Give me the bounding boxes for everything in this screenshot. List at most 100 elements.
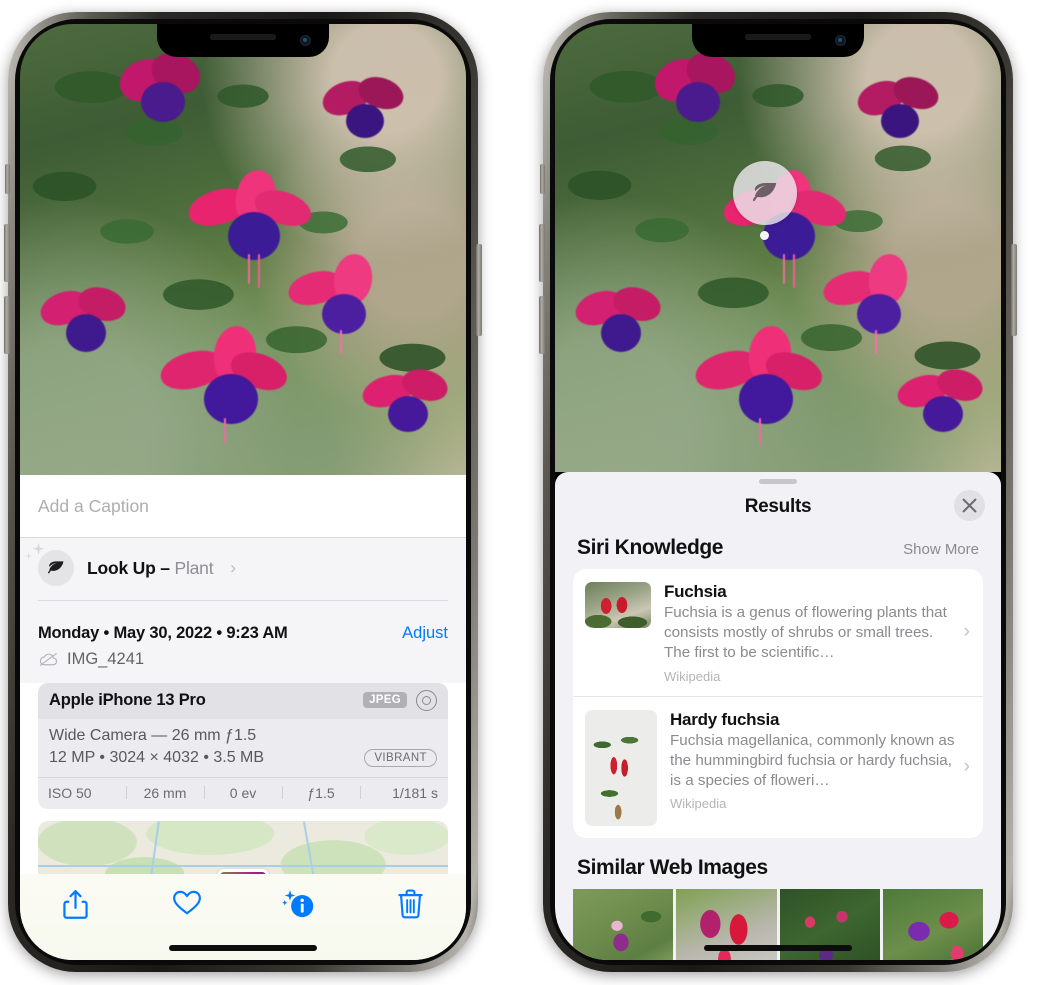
stat-ev: 0 ev [204, 785, 282, 801]
power-button[interactable] [1011, 244, 1017, 336]
home-indicator[interactable] [169, 945, 317, 951]
fuchsia-bloom [893, 360, 991, 444]
look-up-text: Look Up – [87, 557, 170, 578]
phone-screen-right: Results Siri Knowledge Show More Fuchsia… [555, 24, 1001, 960]
power-button[interactable] [476, 244, 482, 336]
style-badge: VIBRANT [364, 748, 437, 767]
notch [692, 24, 864, 57]
favorite-button[interactable] [132, 889, 244, 916]
chevron-right-icon: › [230, 558, 237, 577]
front-camera [300, 35, 311, 46]
visual-look-up-dot [760, 231, 769, 240]
fuchsia-bloom [113, 45, 211, 132]
earpiece-speaker [210, 34, 276, 40]
screenshot-stage: Add a Caption Look Up – Plant › Monday •… [0, 0, 1055, 985]
divider [38, 600, 448, 601]
iphone-left-photos-info: Add a Caption Look Up – Plant › Monday •… [4, 12, 482, 972]
earpiece-speaker [745, 34, 811, 40]
show-more-button[interactable]: Show More [903, 541, 979, 558]
file-name: IMG_4241 [67, 649, 145, 668]
card-thumbnail [585, 709, 657, 826]
leaf-icon [752, 183, 777, 202]
fuchsia-bloom [819, 250, 929, 354]
chevron-right-icon: › [963, 621, 970, 643]
results-title: Results [744, 496, 812, 517]
icloud-slash-icon [39, 652, 58, 666]
volume-down-button[interactable] [4, 296, 10, 354]
fuchsia-bloom [156, 323, 293, 444]
close-icon [962, 498, 977, 513]
delete-button[interactable] [355, 889, 467, 919]
exif-header: Apple iPhone 13 Pro JPEG [38, 682, 448, 719]
card-description: Fuchsia is a genus of flowering plants t… [664, 604, 947, 661]
photo-date: Monday • May 30, 2022 • 9:23 AM [38, 623, 288, 642]
volume-up-button[interactable] [539, 224, 545, 282]
mute-switch[interactable] [5, 164, 10, 194]
photo-viewer[interactable] [555, 24, 1001, 472]
map-road [38, 864, 448, 867]
look-up-subject: Plant [174, 557, 214, 578]
knowledge-card-list: Fuchsia Fuchsia is a genus of flowering … [573, 569, 983, 838]
exif-stats: ISO 50 26 mm 0 ev ƒ1.5 1/181 s [38, 776, 448, 809]
home-indicator[interactable] [704, 945, 852, 951]
similar-images-title: Similar Web Images [577, 855, 768, 879]
close-button[interactable] [954, 490, 985, 521]
siri-knowledge-header: Siri Knowledge Show More [555, 530, 1001, 569]
stat-focal: 26 mm [126, 785, 204, 801]
card-source: Wikipedia [670, 796, 727, 812]
stat-iso: ISO 50 [48, 784, 92, 801]
fuchsia-bloom [571, 282, 669, 366]
similar-image-4[interactable] [882, 888, 983, 960]
front-camera [835, 35, 846, 46]
lens-line: Wide Camera — 26 mm ƒ1.5 [49, 726, 257, 744]
lens-icon [416, 689, 437, 711]
fuchsia-bloom [358, 360, 456, 444]
photo-info-panel: Add a Caption Look Up – Plant › Monday •… [20, 475, 466, 960]
card-title: Hardy fuchsia [670, 709, 780, 729]
mute-switch[interactable] [540, 164, 545, 194]
date-section: Monday • May 30, 2022 • 9:23 AM Adjust I… [20, 611, 466, 683]
caption-field[interactable]: Add a Caption [20, 475, 466, 538]
chevron-right-icon: › [963, 756, 970, 778]
results-header: Results [555, 484, 1001, 530]
siri-knowledge-title: Siri Knowledge [577, 536, 724, 559]
fuchsia-bloom [648, 45, 746, 132]
look-up-label: Look Up – Plant [87, 557, 214, 579]
photo-viewer[interactable] [20, 24, 466, 475]
caption-placeholder: Add a Caption [38, 495, 149, 516]
card-description: Fuchsia magellanica, commonly known as t… [670, 731, 955, 789]
card-source: Wikipedia [664, 668, 721, 684]
fuchsia-bloom [691, 323, 828, 444]
sparkle-small-icon [24, 552, 33, 560]
stat-aperture: ƒ1.5 [282, 785, 360, 801]
phone-screen-left: Add a Caption Look Up – Plant › Monday •… [20, 24, 466, 960]
knowledge-card[interactable]: Hardy fuchsia Fuchsia magellanica, commo… [573, 695, 983, 838]
fuchsia-bloom [317, 71, 410, 150]
share-button[interactable] [20, 889, 132, 920]
spec-line: 12 MP • 3024 × 4032 • 3.5 MB [49, 748, 265, 766]
results-sheet: Results Siri Knowledge Show More Fuchsia… [555, 472, 1001, 960]
similar-images-header: Similar Web Images [555, 838, 1001, 889]
card-title: Fuchsia [664, 582, 727, 601]
device-name: Apple iPhone 13 Pro [49, 690, 206, 709]
format-badge: JPEG [363, 692, 407, 708]
stat-shutter: 1/181 s [360, 785, 438, 801]
volume-down-button[interactable] [539, 296, 545, 354]
leaf-icon [38, 550, 74, 586]
volume-up-button[interactable] [4, 224, 10, 282]
look-up-section: Look Up – Plant › [20, 538, 466, 612]
exif-card[interactable]: Apple iPhone 13 Pro JPEG Wide Camera — 2… [38, 682, 448, 809]
info-button[interactable] [243, 889, 355, 920]
similar-image-1[interactable] [573, 888, 674, 960]
card-thumbnail [585, 582, 651, 628]
adjust-button[interactable]: Adjust [402, 624, 448, 643]
fuchsia-bloom [36, 282, 134, 366]
visual-look-up-badge[interactable] [733, 161, 797, 225]
look-up-row[interactable]: Look Up – Plant › [24, 542, 448, 586]
fuchsia-bloom [852, 71, 945, 150]
fuchsia-bloom [284, 250, 394, 354]
iphone-right-visual-lookup: Results Siri Knowledge Show More Fuchsia… [539, 12, 1017, 972]
fuchsia-bloom [184, 166, 316, 288]
knowledge-card[interactable]: Fuchsia Fuchsia is a genus of flowering … [573, 569, 983, 696]
notch [157, 24, 329, 57]
